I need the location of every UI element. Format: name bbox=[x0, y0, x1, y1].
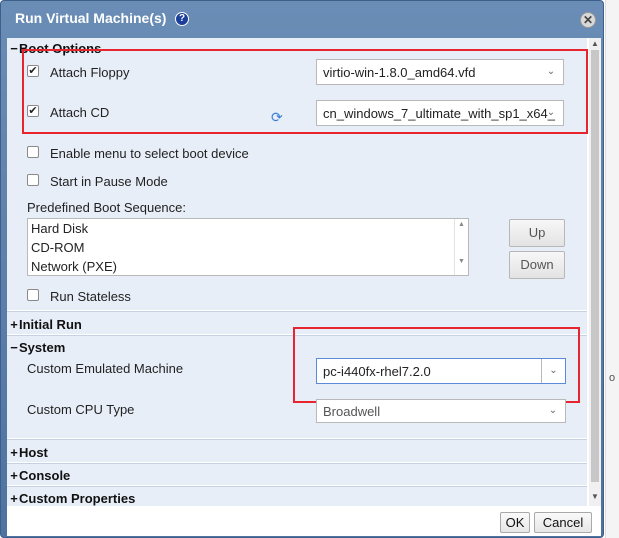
content-scrollbar[interactable]: ▲ ▼ bbox=[589, 38, 601, 506]
dialog-content: −Boot Options ✔ Attach Floppy virtio-win… bbox=[7, 38, 601, 506]
scrollbar-thumb[interactable] bbox=[591, 50, 599, 482]
host-header[interactable]: +Host bbox=[9, 445, 48, 460]
boot-sequence-list[interactable]: Hard Disk CD-ROM Network (PXE) ▲ ▼ bbox=[27, 218, 469, 276]
initial-run-header[interactable]: +Initial Run bbox=[9, 317, 82, 332]
scroll-down-icon[interactable]: ▼ bbox=[455, 258, 468, 265]
start-paused-checkbox[interactable] bbox=[27, 174, 39, 186]
expand-sign: + bbox=[10, 317, 18, 332]
scroll-down-icon[interactable]: ▼ bbox=[589, 492, 601, 501]
dialog-titlebar[interactable]: Run Virtual Machine(s) ? ✕ bbox=[1, 1, 605, 37]
dialog-footer: OK Cancel bbox=[7, 506, 601, 536]
up-button[interactable]: Up bbox=[509, 219, 565, 247]
run-vm-dialog: Run Virtual Machine(s) ? ✕ −Boot Options… bbox=[0, 0, 604, 538]
dialog-title: Run Virtual Machine(s) bbox=[15, 10, 167, 26]
list-item[interactable]: Hard Disk bbox=[28, 219, 468, 238]
section-title: System bbox=[19, 340, 66, 355]
start-paused-label: Start in Pause Mode bbox=[50, 174, 168, 189]
section-title: Host bbox=[19, 445, 48, 460]
boot-sequence-label: Predefined Boot Sequence: bbox=[27, 200, 187, 215]
expand-sign: + bbox=[10, 491, 18, 506]
expand-sign: + bbox=[10, 445, 18, 460]
cpu-type-label: Custom CPU Type bbox=[27, 402, 135, 417]
cpu-type-value: Broadwell bbox=[323, 404, 381, 419]
enable-menu-checkbox[interactable] bbox=[27, 146, 39, 158]
chevron-down-icon[interactable]: ⌄ bbox=[541, 400, 565, 422]
host-panel bbox=[7, 440, 587, 462]
close-icon[interactable]: ✕ bbox=[580, 12, 596, 28]
expand-sign: + bbox=[10, 468, 18, 483]
custom-properties-header[interactable]: +Custom Properties bbox=[9, 491, 135, 506]
section-title: Console bbox=[19, 468, 71, 483]
run-stateless-checkbox[interactable] bbox=[27, 289, 39, 301]
highlight-box-emulated-machine bbox=[293, 327, 580, 403]
console-panel bbox=[7, 464, 587, 485]
console-header[interactable]: +Console bbox=[9, 468, 70, 483]
background-window-edge: o bbox=[605, 0, 619, 538]
scroll-up-icon[interactable]: ▲ bbox=[589, 39, 601, 48]
scroll-up-icon[interactable]: ▲ bbox=[455, 221, 468, 228]
list-item[interactable]: CD-ROM bbox=[28, 238, 468, 257]
highlight-box-boot-media bbox=[22, 49, 588, 134]
run-stateless-label: Run Stateless bbox=[50, 289, 131, 304]
collapse-sign: − bbox=[10, 340, 18, 355]
background-fragment: o bbox=[609, 372, 616, 384]
section-title: Custom Properties bbox=[19, 491, 136, 506]
down-button[interactable]: Down bbox=[509, 251, 565, 279]
enable-menu-label: Enable menu to select boot device bbox=[50, 146, 249, 161]
emulated-machine-label: Custom Emulated Machine bbox=[27, 361, 184, 376]
system-header[interactable]: −System bbox=[9, 340, 65, 355]
cpu-type-input[interactable]: Broadwell ⌄ bbox=[316, 399, 566, 423]
section-title: Initial Run bbox=[19, 317, 82, 332]
list-scrollbar[interactable]: ▲ ▼ bbox=[454, 219, 468, 275]
help-icon[interactable]: ? bbox=[175, 12, 189, 26]
list-item[interactable]: Network (PXE) bbox=[28, 257, 468, 275]
ok-button[interactable]: OK bbox=[500, 512, 530, 533]
collapse-sign: − bbox=[10, 41, 18, 56]
cancel-button[interactable]: Cancel bbox=[534, 512, 592, 533]
